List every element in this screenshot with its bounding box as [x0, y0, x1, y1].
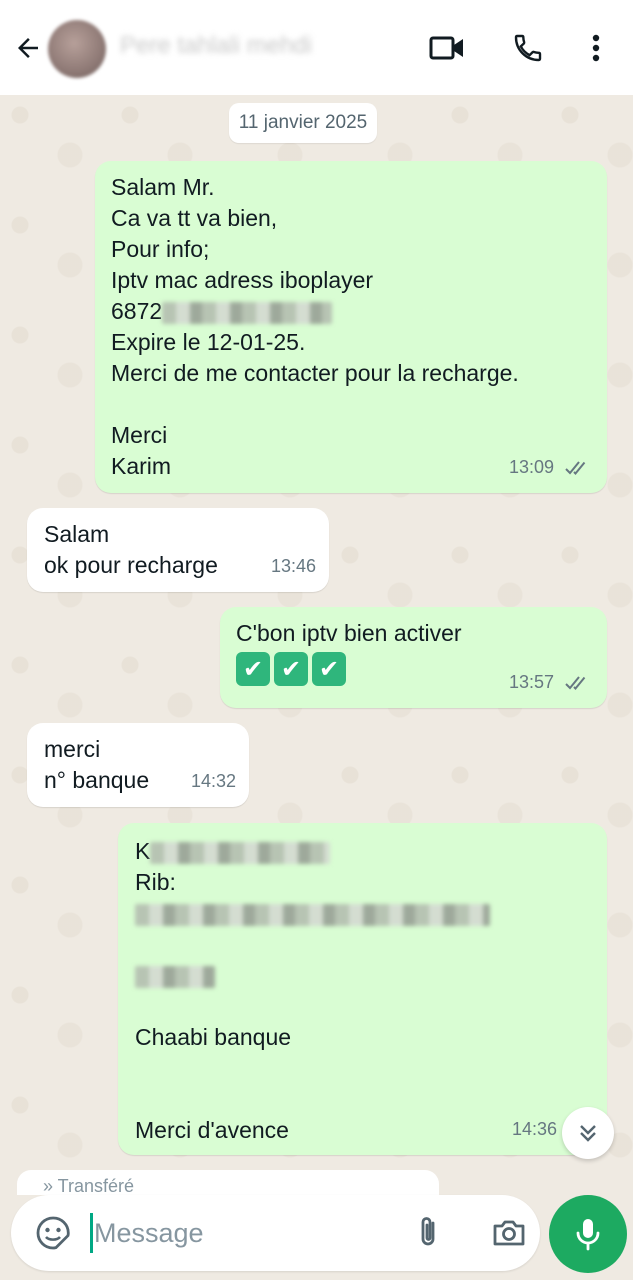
redacted-prefix: 6872 [111, 298, 163, 324]
message-time: 13:57 [508, 672, 554, 692]
message-line [111, 389, 591, 420]
video-call-icon[interactable] [427, 28, 467, 68]
avatar[interactable] [48, 20, 106, 78]
message-line: Salam [44, 521, 110, 547]
redacted-name [150, 841, 331, 864]
message-line [135, 1053, 590, 1084]
text-caret [90, 1213, 93, 1253]
message-line: Expire le 12-01-25. [111, 329, 306, 355]
message-line-redacted [135, 898, 590, 929]
message-line: Iptv mac adress iboplayer [111, 267, 374, 293]
message-line [135, 1084, 590, 1115]
chevron-double-down-icon [580, 1125, 596, 1142]
message-line: Rib: [135, 869, 176, 895]
message-meta: 14:36 [512, 1114, 557, 1145]
message-line-redacted [135, 960, 590, 991]
redacted-prefix: K [135, 838, 151, 864]
phone-icon[interactable] [508, 28, 548, 68]
redacted-key [135, 965, 215, 988]
partial-message[interactable]: » Transféré [17, 1170, 439, 1195]
message-line-redacted: K [135, 836, 590, 867]
message-line [135, 991, 590, 1022]
message-line: merci [44, 736, 101, 762]
check-mark-emoji: ✔ [236, 652, 270, 686]
attach-icon[interactable] [409, 1213, 449, 1253]
message-meta: 13:57 [509, 667, 591, 698]
message-bubble-outgoing[interactable]: K Rib: Chaabi banque Merci d'avence 14:3… [118, 823, 607, 1155]
redacted-mac-address [162, 301, 333, 324]
message-bubble-outgoing[interactable]: Salam Mr. Ca va tt va bien, Pour info; I… [95, 161, 607, 493]
check-mark-emoji: ✔ [274, 652, 308, 686]
message-meta: 14:32 [191, 766, 236, 797]
scroll-down-button[interactable] [562, 1107, 614, 1159]
back-arrow-icon[interactable] [10, 30, 46, 66]
message-line: Pour info; [111, 236, 210, 262]
message-meta: 13:46 [271, 551, 316, 582]
camera-icon[interactable] [489, 1213, 529, 1253]
message-bubble-incoming[interactable]: Salam ok pour recharge 13:46 [27, 508, 329, 592]
chat-area[interactable]: 11 janvier 2025 Salam Mr. Ca va tt va bi… [0, 95, 633, 1195]
message-bubble-outgoing[interactable]: C'bon iptv bien activer ✔ ✔ ✔ 13:57 [220, 607, 607, 708]
message-line [135, 929, 590, 960]
message-time: 14:32 [190, 771, 236, 791]
message-line: C'bon iptv bien activer [236, 620, 462, 646]
read-ticks-icon [565, 676, 586, 691]
more-vert-icon[interactable] [576, 28, 616, 68]
message-time: 13:09 [508, 457, 554, 477]
voice-message-button[interactable] [549, 1195, 627, 1273]
message-meta: 13:09 [509, 452, 591, 483]
message-line: Ca va tt va bien, [111, 205, 278, 231]
message-line: Merci [111, 422, 168, 448]
message-line: Chaabi banque [135, 1024, 292, 1050]
redacted-rib-number [135, 903, 490, 926]
contact-name[interactable]: Pere tahlali mehdi [120, 32, 360, 60]
read-ticks-icon [565, 461, 586, 476]
microphone-icon [576, 1219, 600, 1251]
chat-header: Pere tahlali mehdi [0, 0, 633, 95]
message-bubble-incoming[interactable]: merci n° banque 14:32 [27, 723, 249, 807]
message-time: 13:46 [270, 556, 316, 576]
check-mark-emoji: ✔ [312, 652, 346, 686]
message-line-redacted: 6872 [111, 296, 591, 327]
composer-bar [0, 1195, 633, 1280]
message-time: 14:36 [511, 1119, 557, 1139]
message-line: Salam Mr. [111, 174, 215, 200]
message-composer[interactable] [11, 1195, 540, 1271]
message-input[interactable] [94, 1213, 394, 1253]
sticker-icon[interactable] [35, 1215, 71, 1251]
message-line: Merci de me contacter pour la recharge. [111, 360, 519, 386]
date-chip: 11 janvier 2025 [229, 103, 377, 143]
